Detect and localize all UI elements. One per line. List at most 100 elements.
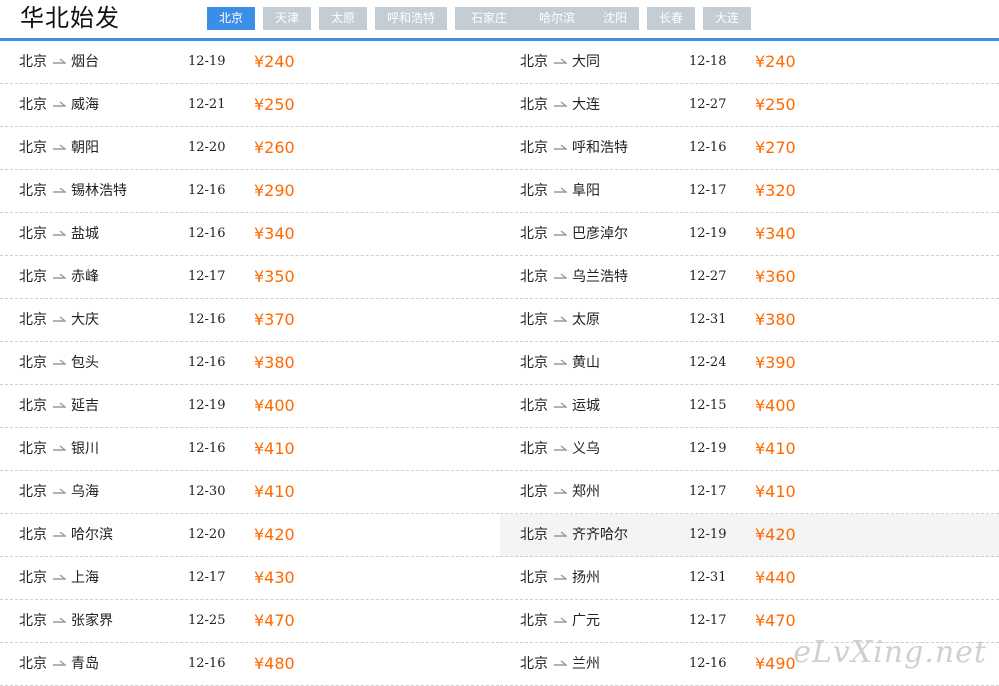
flight-row[interactable]: 北京 呼和浩特 12-16 ¥270 [500, 127, 999, 170]
fare-price[interactable]: ¥470 [755, 600, 796, 642]
flight-row[interactable]: 北京 张家界 12-25 ¥470 [0, 600, 499, 643]
flight-row[interactable]: 北京 威海 12-21 ¥250 [0, 84, 499, 127]
fare-price[interactable]: ¥240 [755, 41, 796, 83]
destination-city[interactable]: 张家界 [71, 600, 113, 642]
fare-price[interactable]: ¥400 [755, 385, 796, 427]
fare-price[interactable]: ¥350 [254, 256, 295, 298]
fare-price[interactable]: ¥390 [755, 342, 796, 384]
flight-row[interactable]: 北京 乌兰浩特 12-27 ¥360 [500, 256, 999, 299]
destination-city[interactable]: 郑州 [572, 471, 600, 513]
tab-city[interactable]: 太原 [319, 7, 367, 30]
tab-city[interactable]: 北京 [207, 7, 255, 30]
fare-price[interactable]: ¥490 [755, 643, 796, 685]
destination-city[interactable]: 阜阳 [572, 170, 600, 212]
tab-city[interactable]: 长春 [647, 7, 695, 30]
plane-arrow-icon [554, 144, 567, 150]
fare-price[interactable]: ¥270 [755, 127, 796, 169]
destination-city[interactable]: 巴彦淖尔 [572, 213, 628, 255]
destination-city[interactable]: 运城 [572, 385, 600, 427]
departure-date: 12-19 [689, 226, 727, 241]
flight-row[interactable]: 北京 青岛 12-16 ¥480 [0, 643, 499, 686]
fare-price[interactable]: ¥410 [254, 428, 295, 470]
fare-price[interactable]: ¥440 [755, 557, 796, 599]
tab-city[interactable]: 呼和浩特 [375, 7, 447, 30]
destination-city[interactable]: 大连 [572, 84, 600, 126]
destination-city[interactable]: 延吉 [71, 385, 99, 427]
fare-price[interactable]: ¥420 [254, 514, 295, 556]
destination-city[interactable]: 盐城 [71, 213, 99, 255]
flight-row[interactable]: 北京 包头 12-16 ¥380 [0, 342, 499, 385]
tab-city[interactable]: 沈阳 [591, 7, 639, 30]
flight-row[interactable]: 北京 巴彦淖尔 12-19 ¥340 [500, 213, 999, 256]
fare-price[interactable]: ¥290 [254, 170, 295, 212]
flight-row[interactable]: 北京 银川 12-16 ¥410 [0, 428, 499, 471]
destination-city[interactable]: 乌兰浩特 [572, 256, 628, 298]
flight-row[interactable]: 北京 扬州 12-31 ¥440 [500, 557, 999, 600]
fare-price[interactable]: ¥340 [755, 213, 796, 255]
flight-row[interactable]: 北京 哈尔滨 12-20 ¥420 [0, 514, 499, 557]
destination-city[interactable]: 大庆 [71, 299, 99, 341]
flight-row[interactable]: 北京 大同 12-18 ¥240 [500, 41, 999, 84]
destination-city[interactable]: 广元 [572, 600, 600, 642]
flight-row[interactable]: 北京 郑州 12-17 ¥410 [500, 471, 999, 514]
fare-price[interactable]: ¥470 [254, 600, 295, 642]
flight-row[interactable]: 北京 太原 12-31 ¥380 [500, 299, 999, 342]
tab-city[interactable]: 石家庄 [455, 7, 523, 30]
destination-city[interactable]: 兰州 [572, 643, 600, 685]
destination-city[interactable]: 银川 [71, 428, 99, 470]
destination-city[interactable]: 呼和浩特 [572, 127, 628, 169]
flight-row[interactable]: 北京 阜阳 12-17 ¥320 [500, 170, 999, 213]
flight-row[interactable]: 北京 锡林浩特 12-16 ¥290 [0, 170, 499, 213]
destination-city[interactable]: 赤峰 [71, 256, 99, 298]
flight-row[interactable]: 北京 黄山 12-24 ¥390 [500, 342, 999, 385]
origin-city: 北京 [520, 441, 548, 457]
flight-row[interactable]: 北京 延吉 12-19 ¥400 [0, 385, 499, 428]
destination-city[interactable]: 齐齐哈尔 [572, 514, 628, 556]
tab-city[interactable]: 哈尔滨 [523, 7, 591, 30]
flight-row[interactable]: 北京 烟台 12-19 ¥240 [0, 41, 499, 84]
flight-row[interactable]: 北京 乌海 12-30 ¥410 [0, 471, 499, 514]
destination-city[interactable]: 锡林浩特 [71, 170, 127, 212]
destination-city[interactable]: 太原 [572, 299, 600, 341]
destination-city[interactable]: 大同 [572, 41, 600, 83]
destination-city[interactable]: 威海 [71, 84, 99, 126]
fare-price[interactable]: ¥410 [755, 471, 796, 513]
fare-price[interactable]: ¥430 [254, 557, 295, 599]
flight-row[interactable]: 北京 齐齐哈尔 12-19 ¥420 [500, 514, 999, 557]
fare-price[interactable]: ¥410 [755, 428, 796, 470]
fare-price[interactable]: ¥250 [755, 84, 796, 126]
destination-city[interactable]: 包头 [71, 342, 99, 384]
fare-price[interactable]: ¥420 [755, 514, 796, 556]
flight-row[interactable]: 北京 运城 12-15 ¥400 [500, 385, 999, 428]
destination-city[interactable]: 哈尔滨 [71, 514, 113, 556]
fare-price[interactable]: ¥380 [755, 299, 796, 341]
fare-price[interactable]: ¥410 [254, 471, 295, 513]
destination-city[interactable]: 烟台 [71, 41, 99, 83]
fare-price[interactable]: ¥340 [254, 213, 295, 255]
flight-row[interactable]: 北京 盐城 12-16 ¥340 [0, 213, 499, 256]
destination-city[interactable]: 义乌 [572, 428, 600, 470]
destination-city[interactable]: 朝阳 [71, 127, 99, 169]
fare-price[interactable]: ¥370 [254, 299, 295, 341]
tab-city[interactable]: 大连 [703, 7, 751, 30]
flight-row[interactable]: 北京 上海 12-17 ¥430 [0, 557, 499, 600]
flight-row[interactable]: 北京 大连 12-27 ¥250 [500, 84, 999, 127]
fare-price[interactable]: ¥480 [254, 643, 295, 685]
fare-price[interactable]: ¥240 [254, 41, 295, 83]
destination-city[interactable]: 青岛 [71, 643, 99, 685]
flight-row[interactable]: 北京 大庆 12-16 ¥370 [0, 299, 499, 342]
flight-row[interactable]: 北京 义乌 12-19 ¥410 [500, 428, 999, 471]
flight-row[interactable]: 北京 赤峰 12-17 ¥350 [0, 256, 499, 299]
destination-city[interactable]: 上海 [71, 557, 99, 599]
destination-city[interactable]: 黄山 [572, 342, 600, 384]
fare-price[interactable]: ¥250 [254, 84, 295, 126]
destination-city[interactable]: 乌海 [71, 471, 99, 513]
destination-city[interactable]: 扬州 [572, 557, 600, 599]
fare-price[interactable]: ¥320 [755, 170, 796, 212]
fare-price[interactable]: ¥380 [254, 342, 295, 384]
tab-city[interactable]: 天津 [263, 7, 311, 30]
fare-price[interactable]: ¥260 [254, 127, 295, 169]
fare-price[interactable]: ¥400 [254, 385, 295, 427]
fare-price[interactable]: ¥360 [755, 256, 796, 298]
flight-row[interactable]: 北京 朝阳 12-20 ¥260 [0, 127, 499, 170]
